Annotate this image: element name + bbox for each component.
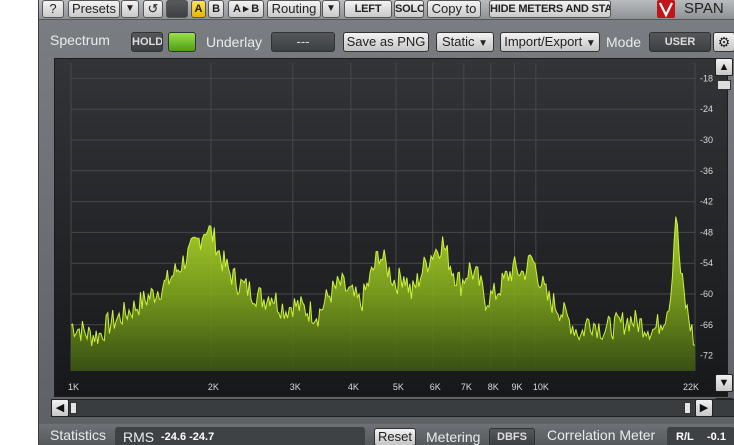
frequency-tick-label: 1K (68, 382, 79, 392)
rms-value: -24.6 -24.7 (161, 431, 215, 443)
horizontal-scroll-thumb-right[interactable] (684, 402, 691, 414)
db-tick-label: -42 (700, 197, 713, 207)
settings-gear-icon[interactable]: ⚙ (713, 32, 734, 52)
frequency-tick-label: 7K (461, 382, 472, 392)
save-as-png-button[interactable]: Save as PNG (343, 32, 429, 52)
frequency-tick-label: 4K (348, 382, 359, 392)
copy-a-to-b-button[interactable]: A ▸ B (228, 0, 264, 18)
frequency-tick-label: 3K (290, 382, 301, 392)
static-dropdown[interactable]: Static ▼ (436, 32, 494, 52)
frequency-tick-label: 9K (512, 382, 523, 392)
db-tick-label: -66 (700, 320, 713, 330)
underlay-label: Underlay (206, 34, 263, 50)
scroll-right-icon[interactable]: ▶ (695, 399, 713, 417)
rms-label: RMS (123, 429, 155, 445)
mode-label: Mode (606, 34, 642, 50)
db-tick-label: -60 (700, 289, 713, 299)
frequency-tick-label: 2K (208, 382, 219, 392)
db-tick-label: -30 (700, 135, 713, 145)
vertical-scroll-thumb[interactable] (717, 80, 731, 90)
span-plugin-window: ? Presets ▼ ↺ A B A ▸ B Routing ▼ LEFT S… (38, 0, 734, 445)
preset-b-button[interactable]: B (208, 0, 224, 18)
spectrum-title: Spectrum (50, 32, 110, 48)
scroll-down-icon[interactable]: ▼ (715, 374, 733, 392)
db-tick-label: -24 (700, 104, 713, 114)
frequency-tick-label: 22K (683, 382, 699, 392)
reset-button[interactable]: Reset (374, 428, 416, 445)
hold-toggle[interactable] (168, 32, 196, 52)
presets-dropdown-icon[interactable]: ▼ (121, 0, 139, 18)
hold-button[interactable]: HOLD (131, 32, 163, 52)
frequency-tick-label: 6K (430, 382, 441, 392)
db-tick-label: -36 (700, 166, 713, 176)
static-label: Static (441, 34, 475, 49)
help-button[interactable]: ? (42, 0, 64, 18)
chevron-down-icon: ▼ (478, 38, 489, 49)
chevron-down-icon: ▼ (585, 38, 596, 49)
mode-select[interactable]: USER (649, 32, 711, 52)
bottom-status-bar: Statistics RMS -24.6 -24.7 Reset Meterin… (39, 424, 734, 445)
scroll-up-icon[interactable]: ▲ (715, 58, 733, 76)
brand-name: SPAN (684, 0, 724, 17)
frequency-tick-label: 8K (488, 382, 499, 392)
statistics-label: Statistics (50, 427, 107, 443)
copy-to-button[interactable]: Copy to (427, 0, 481, 18)
left-channel-button[interactable]: LEFT (344, 0, 392, 18)
spectrum-display[interactable]: -18 -24 -30 -36 -42 -48 -54 -60 -66 -72 1K 2K 3K 4K 5… (54, 58, 728, 397)
correlation-meter-label: Correlation Meter (547, 427, 656, 443)
rl-label: R/L (676, 431, 694, 443)
horizontal-scroll-thumb-left[interactable] (70, 402, 77, 414)
db-tick-label: -54 (700, 258, 713, 268)
routing-dropdown-icon[interactable]: ▼ (322, 0, 340, 18)
routing-button[interactable]: Routing (267, 0, 321, 18)
db-tick-label: -72 (700, 351, 713, 361)
presets-button[interactable]: Presets (68, 0, 120, 18)
db-tick-label: -18 (700, 73, 713, 83)
import-export-dropdown[interactable]: Import/Export ▼ (500, 32, 600, 52)
spectrum-controls-row: Spectrum HOLD Underlay --- Save as PNG S… (39, 28, 734, 56)
frequency-tick-label: 10K (533, 382, 549, 392)
vertical-scroll: ▲ ▼ ◆ (715, 58, 733, 418)
voxengo-logo-icon (657, 0, 675, 18)
undo-icon[interactable]: ↺ (143, 0, 163, 18)
underlay-select[interactable]: --- (271, 32, 335, 52)
hide-meters-button[interactable]: HIDE METERS AND STATS (489, 0, 611, 18)
import-export-label: Import/Export (504, 34, 583, 49)
metering-label: Metering (426, 429, 481, 445)
db-tick-label: -48 (700, 227, 713, 237)
redo-icon[interactable] (166, 0, 188, 18)
frequency-tick-label: 5K (393, 382, 404, 392)
metering-select[interactable]: DBFS (489, 428, 535, 445)
preset-a-button[interactable]: A (191, 0, 206, 18)
scroll-left-icon[interactable]: ◀ (51, 399, 69, 417)
spectrum-chart: -18 -24 -30 -36 -42 -48 -54 -60 -66 -72 1K 2K 3K 4K 5… (55, 59, 727, 396)
top-toolbar: ? Presets ▼ ↺ A B A ▸ B Routing ▼ LEFT S… (39, 0, 734, 20)
horizontal-scroll[interactable]: ◀ ▶ (51, 399, 734, 417)
rl-value: -0.1 (707, 431, 726, 443)
solo-button[interactable]: SOLO (394, 0, 424, 18)
